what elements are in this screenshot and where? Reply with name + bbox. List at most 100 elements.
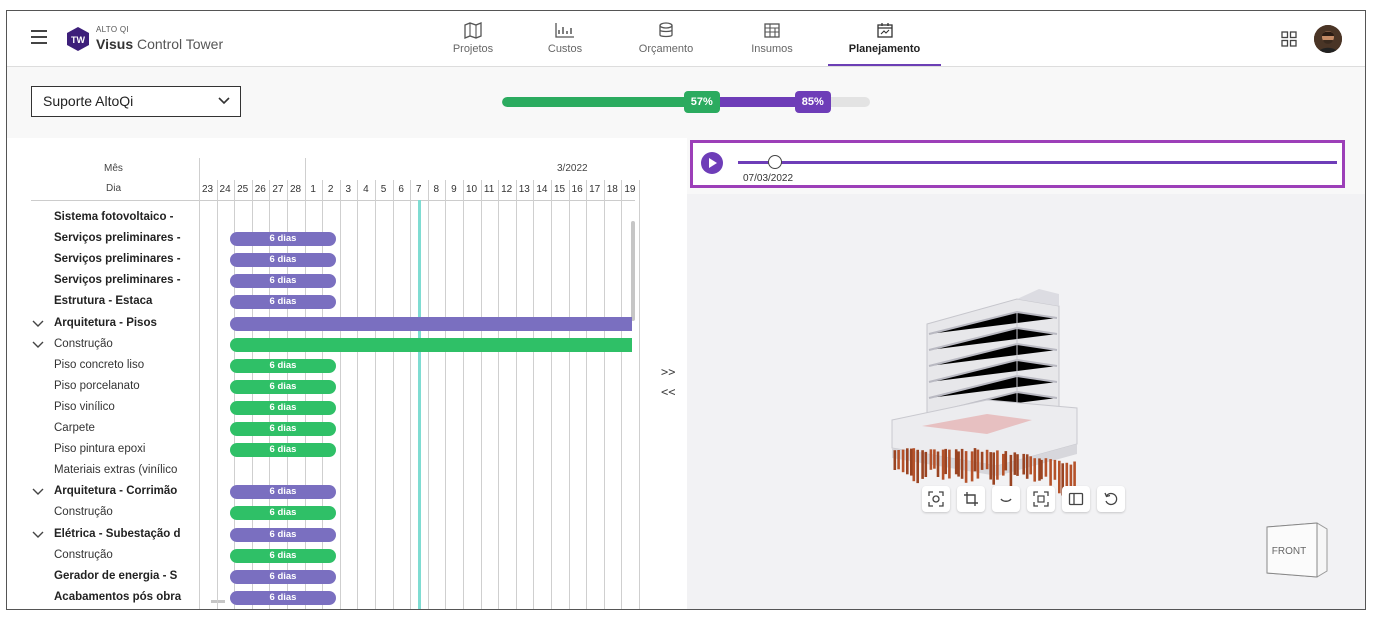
orbit-button[interactable] (992, 486, 1020, 512)
top-bar: TW ALTO QI Visus Control Tower Projetos … (7, 11, 1365, 67)
grid-line (498, 180, 500, 609)
task-bar[interactable]: 6 dias (230, 232, 336, 247)
day-cell: 8 (433, 184, 440, 195)
reset-button[interactable] (1097, 486, 1125, 512)
day-cell: 1 (310, 184, 316, 195)
grid-line (621, 180, 623, 609)
progress-fill-green (502, 97, 712, 107)
nav-label: Insumos (751, 43, 793, 55)
task-bar[interactable]: 6 dias (230, 443, 336, 458)
grid-line (410, 180, 412, 609)
orbit-icon (1000, 498, 1012, 502)
task-bar[interactable]: 6 dias (230, 253, 336, 268)
task-name[interactable]: Serviços preliminares - (54, 232, 194, 244)
task-name[interactable]: Serviços preliminares - (54, 253, 194, 265)
task-name[interactable]: Serviços preliminares - (54, 274, 194, 286)
menu-icon[interactable] (31, 30, 47, 44)
task-name[interactable]: Arquitetura - Corrimão (54, 485, 194, 497)
day-cell: 6 (398, 184, 404, 195)
chevron-down-icon[interactable] (32, 341, 44, 349)
task-name[interactable]: Acabamentos pós obra (54, 591, 194, 603)
nav-label: Planejamento (848, 43, 921, 55)
collapse-panel-button[interactable]: << (661, 385, 675, 399)
project-select[interactable]: Suporte AltoQi (31, 86, 241, 117)
task-name[interactable]: Construção (54, 549, 194, 561)
expand-panel-button[interactable]: >> (661, 365, 675, 379)
grid-line (427, 180, 429, 609)
play-button[interactable] (701, 152, 723, 174)
task-name[interactable]: Materiais extras (vinílico (54, 464, 194, 476)
logo-text: TW (71, 35, 85, 45)
task-bar[interactable]: 6 dias (230, 527, 336, 542)
brand-title: Visus Control Tower (96, 36, 223, 52)
chevron-down-icon (218, 97, 230, 105)
day-cell: 14 (536, 184, 548, 195)
chevron-down-icon[interactable] (32, 320, 44, 328)
nav-orcamento[interactable]: Orçamento (633, 11, 699, 66)
timeline-handle[interactable] (767, 155, 782, 169)
task-bar-long[interactable] (230, 316, 632, 331)
model-viewer[interactable]: FRONT (687, 194, 1365, 609)
task-bar[interactable]: 6 dias (230, 485, 336, 500)
crop-icon (964, 492, 978, 506)
task-bar[interactable]: 6 dias (230, 506, 336, 521)
day-cell: 15 (553, 184, 566, 195)
focus-icon (928, 491, 944, 507)
view-cube-label: FRONT (1272, 546, 1306, 557)
app-window: TW ALTO QI Visus Control Tower Projetos … (6, 10, 1366, 610)
task-bar[interactable]: 6 dias (230, 548, 336, 563)
view-cube-icon[interactable]: FRONT (1265, 519, 1329, 579)
apps-grid-icon[interactable] (1281, 31, 1297, 47)
month-value: 3/2022 (557, 163, 588, 174)
crop-button[interactable] (957, 486, 985, 512)
nav-planejamento[interactable]: Planejamento (828, 11, 941, 66)
vertical-scrollbar[interactable] (631, 221, 635, 321)
grid-line (603, 180, 605, 609)
chevron-down-icon[interactable] (32, 531, 44, 539)
day-label: Dia (106, 183, 122, 194)
nav-projetos[interactable]: Projetos (445, 11, 501, 66)
grid-line (339, 180, 341, 609)
task-name[interactable]: Estrutura - Estaca (54, 295, 194, 307)
task-name[interactable]: Construção (54, 338, 194, 350)
chevron-down-icon[interactable] (32, 488, 44, 496)
task-name[interactable]: Sistema fotovoltaico - (54, 211, 194, 223)
task-name[interactable]: Carpete (54, 422, 194, 434)
panel-button[interactable] (1062, 486, 1090, 512)
timeline-player: 07/03/2022 (690, 140, 1345, 188)
grid-line (199, 158, 200, 609)
task-bar[interactable]: 6 dias (230, 590, 336, 605)
task-bar[interactable]: 6 dias (230, 379, 336, 394)
task-bar[interactable]: 6 dias (230, 569, 336, 584)
task-bar-long[interactable] (230, 337, 632, 352)
day-cell: 25 (237, 184, 249, 195)
focus-button[interactable] (922, 486, 950, 512)
grid-line (216, 180, 218, 609)
task-name[interactable]: Elétrica - Subestação d (54, 528, 194, 540)
avatar[interactable] (1314, 25, 1342, 53)
task-bar[interactable]: 6 dias (230, 295, 336, 310)
nav-custos[interactable]: Custos (540, 11, 590, 66)
horizontal-scrollbar[interactable] (211, 600, 225, 603)
nav-insumos[interactable]: Insumos (744, 11, 800, 66)
map-icon (464, 22, 482, 39)
timeline-track[interactable] (738, 161, 1337, 164)
task-bar[interactable]: 6 dias (230, 274, 336, 289)
task-name[interactable]: Piso pintura epoxi (54, 443, 194, 455)
grid-line (445, 180, 447, 609)
day-cell: 5 (380, 184, 387, 195)
task-name[interactable]: Construção (54, 506, 194, 518)
task-bar[interactable]: 6 dias (230, 400, 336, 415)
day-cell: 12 (501, 184, 513, 195)
task-bar[interactable]: 6 dias (230, 422, 336, 436)
task-name[interactable]: Piso concreto liso (54, 359, 194, 371)
day-cell: 26 (254, 184, 266, 195)
task-name[interactable]: Gerador de energia - S (54, 570, 194, 582)
task-name[interactable]: Piso vinílico (54, 401, 194, 413)
task-name[interactable]: Arquitetura - Pisos (54, 317, 194, 329)
brand-title-rest: Control Tower (133, 36, 224, 52)
fit-button[interactable] (1027, 486, 1055, 512)
month-label: Mês (104, 163, 123, 174)
task-bar[interactable]: 6 dias (230, 358, 336, 373)
task-name[interactable]: Piso porcelanato (54, 380, 194, 392)
